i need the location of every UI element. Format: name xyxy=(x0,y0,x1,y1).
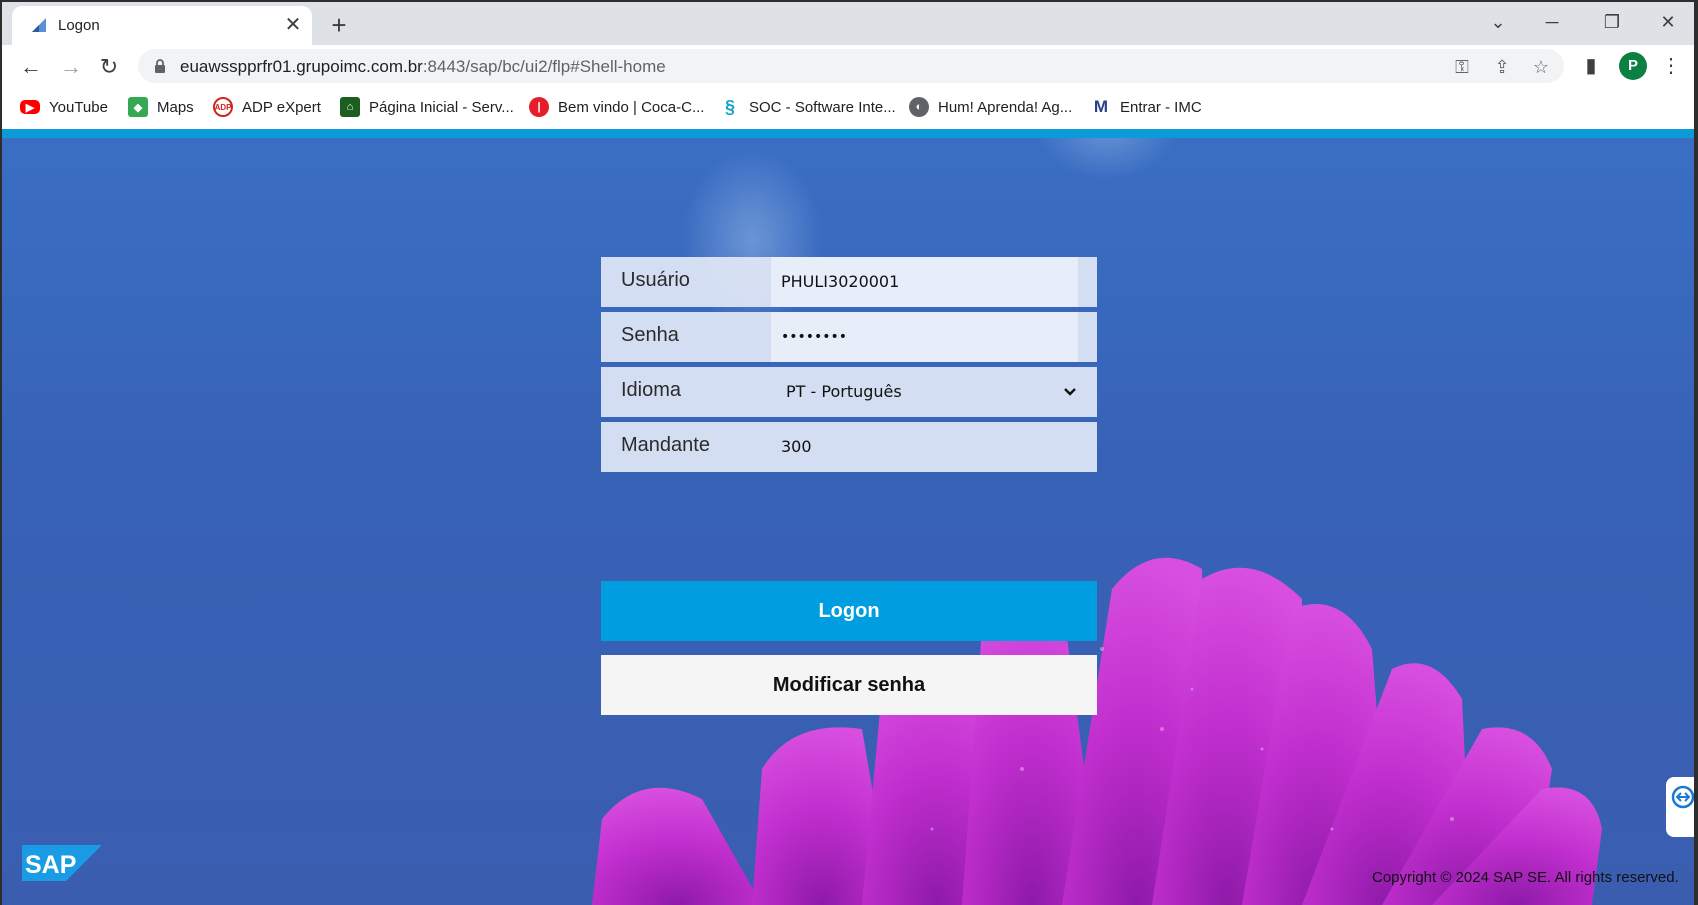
username-label: Usuário xyxy=(621,269,690,291)
maps-icon: ◆ xyxy=(128,97,148,117)
language-select[interactable]: PT - Português xyxy=(771,367,1097,417)
password-key-icon[interactable]: ⚿ xyxy=(1450,55,1474,79)
browser-tab[interactable]: Logon ✕ xyxy=(12,6,312,46)
svg-text:SAP: SAP xyxy=(25,851,76,879)
language-selected-value: PT - Português xyxy=(786,382,902,401)
coca-cola-icon: | xyxy=(529,97,549,117)
bookmark-pagina-inicial[interactable]: ⌂ Página Inicial - Serv... xyxy=(340,96,514,118)
bookmark-soc[interactable]: § SOC - Software Inte... xyxy=(720,96,896,118)
password-row: Senha •••••••• xyxy=(601,312,1097,362)
sap-logo: SAP xyxy=(22,845,102,881)
imc-icon: M xyxy=(1093,97,1109,116)
address-bar[interactable]: euawsspprfr01.grupoimc.com.br:8443/sap/b… xyxy=(138,49,1564,83)
copyright-text: Copyright © 2024 SAP SE. All rights rese… xyxy=(1372,869,1679,886)
restore-button[interactable]: ❐ xyxy=(1592,8,1632,36)
page-icon: ⌂ xyxy=(340,97,360,117)
tab-search-icon[interactable]: ⌄ xyxy=(1478,8,1518,36)
client-input[interactable]: 300 xyxy=(771,422,1078,472)
reload-icon[interactable]: ↻ xyxy=(94,52,124,82)
share-icon[interactable]: ⇪ xyxy=(1490,55,1514,79)
tab-title: Logon xyxy=(58,17,100,34)
language-label: Idioma xyxy=(621,379,682,401)
browser-window: Logon ✕ + ⌄ ─ ❐ ✕ ← → ↻ euawsspprfr01.gr… xyxy=(0,0,1698,905)
chevron-down-icon xyxy=(1064,388,1076,396)
bookmark-coca-cola[interactable]: | Bem vindo | Coca-C... xyxy=(529,96,704,118)
bookmark-label: SOC - Software Inte... xyxy=(749,98,896,116)
bookmark-label: Maps xyxy=(157,98,194,116)
language-row: Idioma PT - Português xyxy=(601,367,1097,417)
bookmark-label: Entrar - IMC xyxy=(1120,98,1202,116)
close-tab-icon[interactable]: ✕ xyxy=(282,14,304,36)
new-tab-button[interactable]: + xyxy=(324,11,354,41)
close-window-button[interactable]: ✕ xyxy=(1648,8,1688,36)
back-icon[interactable]: ← xyxy=(16,52,46,82)
forward-icon[interactable]: → xyxy=(56,52,86,82)
bookmark-label: YouTube xyxy=(49,98,108,116)
bookmark-label: Página Inicial - Serv... xyxy=(369,98,514,116)
sap-logon-page: Usuário PHULI3020001 Senha •••••••• Idio… xyxy=(2,129,1694,905)
flower-background-image xyxy=(592,557,1602,905)
youtube-icon: ▶ xyxy=(20,100,40,114)
teamviewer-icon xyxy=(1671,785,1694,809)
sap-favicon-icon xyxy=(32,18,46,32)
bookmark-youtube[interactable]: ▶ YouTube xyxy=(20,96,108,118)
logon-button[interactable]: Logon xyxy=(601,581,1097,641)
username-input[interactable]: PHULI3020001 xyxy=(771,257,1078,307)
bookmark-label: ADP eXpert xyxy=(242,98,321,116)
bookmark-label: Hum! Aprenda! Ag... xyxy=(938,98,1073,116)
menu-kebab-icon[interactable]: ⋮ xyxy=(1658,53,1684,79)
lock-icon xyxy=(155,59,165,73)
bookmarks-bar: ▶ YouTube ◆ Maps ADP ADP eXpert ⌂ Página… xyxy=(2,87,1694,129)
bookmark-maps[interactable]: ◆ Maps xyxy=(128,96,194,118)
soc-icon: § xyxy=(724,96,735,117)
bookmark-label: Bem vindo | Coca-C... xyxy=(558,98,705,116)
globe-icon: ◐ xyxy=(909,97,929,117)
browser-toolbar: ← → ↻ euawsspprfr01.grupoimc.com.br:8443… xyxy=(2,45,1694,87)
bookmark-imc[interactable]: M Entrar - IMC xyxy=(1091,96,1202,118)
tab-strip: Logon ✕ + ⌄ ─ ❐ ✕ xyxy=(2,2,1694,46)
adp-icon: ADP xyxy=(213,97,233,117)
bookmark-adp[interactable]: ADP ADP eXpert xyxy=(213,96,321,118)
client-row: Mandante 300 xyxy=(601,422,1097,472)
password-input[interactable]: •••••••• xyxy=(771,312,1078,362)
client-label: Mandante xyxy=(621,434,710,456)
profile-avatar[interactable]: P xyxy=(1619,52,1647,80)
minimize-button[interactable]: ─ xyxy=(1532,8,1572,36)
side-panel-icon[interactable]: ▮ xyxy=(1578,53,1604,79)
bookmark-star-icon[interactable]: ☆ xyxy=(1529,55,1553,79)
password-label: Senha xyxy=(621,324,679,346)
teamviewer-quick-tab[interactable] xyxy=(1666,777,1694,837)
bookmark-hum[interactable]: ◐ Hum! Aprenda! Ag... xyxy=(909,96,1072,118)
url-text: euawsspprfr01.grupoimc.com.br:8443/sap/b… xyxy=(180,57,666,76)
change-password-button[interactable]: Modificar senha xyxy=(601,655,1097,715)
username-row: Usuário PHULI3020001 xyxy=(601,257,1097,307)
